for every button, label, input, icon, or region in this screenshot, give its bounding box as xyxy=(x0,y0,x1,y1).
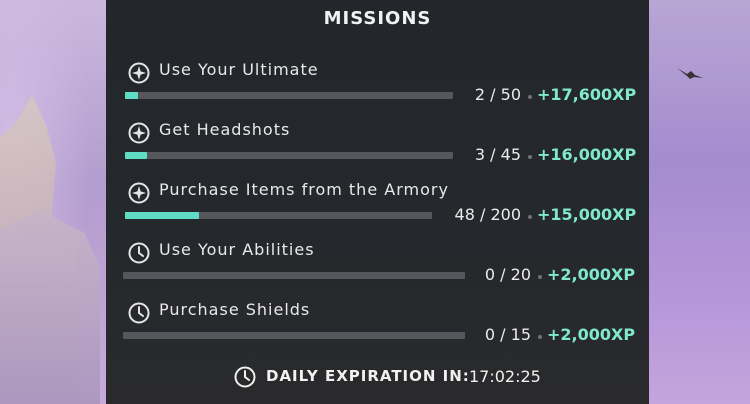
castle-wall xyxy=(0,210,100,404)
expiration-label: DAILY EXPIRATION IN: xyxy=(266,367,470,385)
bird-icon xyxy=(677,68,703,79)
mission-name: Use Your Abilities xyxy=(159,240,315,259)
daily-expiration: DAILY EXPIRATION IN: 17:02:25 xyxy=(234,366,564,388)
progress-bar xyxy=(123,332,465,339)
progress-bar xyxy=(125,92,453,99)
clock-icon xyxy=(234,366,256,388)
mission-name: Get Headshots xyxy=(159,120,291,139)
mission-name: Purchase Shields xyxy=(159,300,311,319)
mission-xp: +2,000XP xyxy=(547,265,636,284)
mission-name: Purchase Items from the Armory xyxy=(159,180,449,199)
mission-count: 0 / 15 xyxy=(484,325,531,344)
missions-title: MISSIONS xyxy=(323,8,432,29)
progress-fill xyxy=(125,152,147,159)
progress-fill xyxy=(125,212,199,219)
mission-count: 3 / 45 xyxy=(474,145,521,164)
mission-xp: +15,000XP xyxy=(537,205,637,224)
progress-bar xyxy=(123,272,465,279)
separator-dot xyxy=(528,95,532,99)
mission-xp: +16,000XP xyxy=(537,145,637,164)
progress-bar xyxy=(125,152,453,159)
mission-row: Use Your Abilities 0 / 20 +2,000XP xyxy=(106,240,649,290)
expiration-timer: 17:02:25 xyxy=(469,367,541,386)
clock-icon xyxy=(128,302,150,324)
mission-xp: +17,600XP xyxy=(537,85,637,104)
ultimate-star-icon xyxy=(128,182,150,204)
ultimate-star-icon xyxy=(128,122,150,144)
mission-xp: +2,000XP xyxy=(547,325,636,344)
clock-icon xyxy=(128,242,150,264)
progress-bar xyxy=(125,212,432,219)
mission-count: 2 / 50 xyxy=(474,85,521,104)
mission-count: 0 / 20 xyxy=(484,265,531,284)
mission-count: 48 / 200 xyxy=(454,205,521,224)
separator-dot xyxy=(528,215,532,219)
mission-name: Use Your Ultimate xyxy=(159,60,319,79)
separator-dot xyxy=(538,335,542,339)
separator-dot xyxy=(538,275,542,279)
mission-row: Purchase Shields 0 / 15 +2,000XP xyxy=(106,300,649,350)
missions-panel: MISSIONS Use Your Ultimate 2 / 50 +17,60… xyxy=(106,0,649,404)
mission-row: Use Your Ultimate 2 / 50 +17,600XP xyxy=(106,60,649,110)
progress-fill xyxy=(125,92,139,99)
separator-dot xyxy=(528,155,532,159)
ultimate-star-icon xyxy=(128,62,150,84)
mission-row: Purchase Items from the Armory 48 / 200 … xyxy=(106,180,649,230)
mission-row: Get Headshots 3 / 45 +16,000XP xyxy=(106,120,649,170)
background-right xyxy=(649,0,750,404)
